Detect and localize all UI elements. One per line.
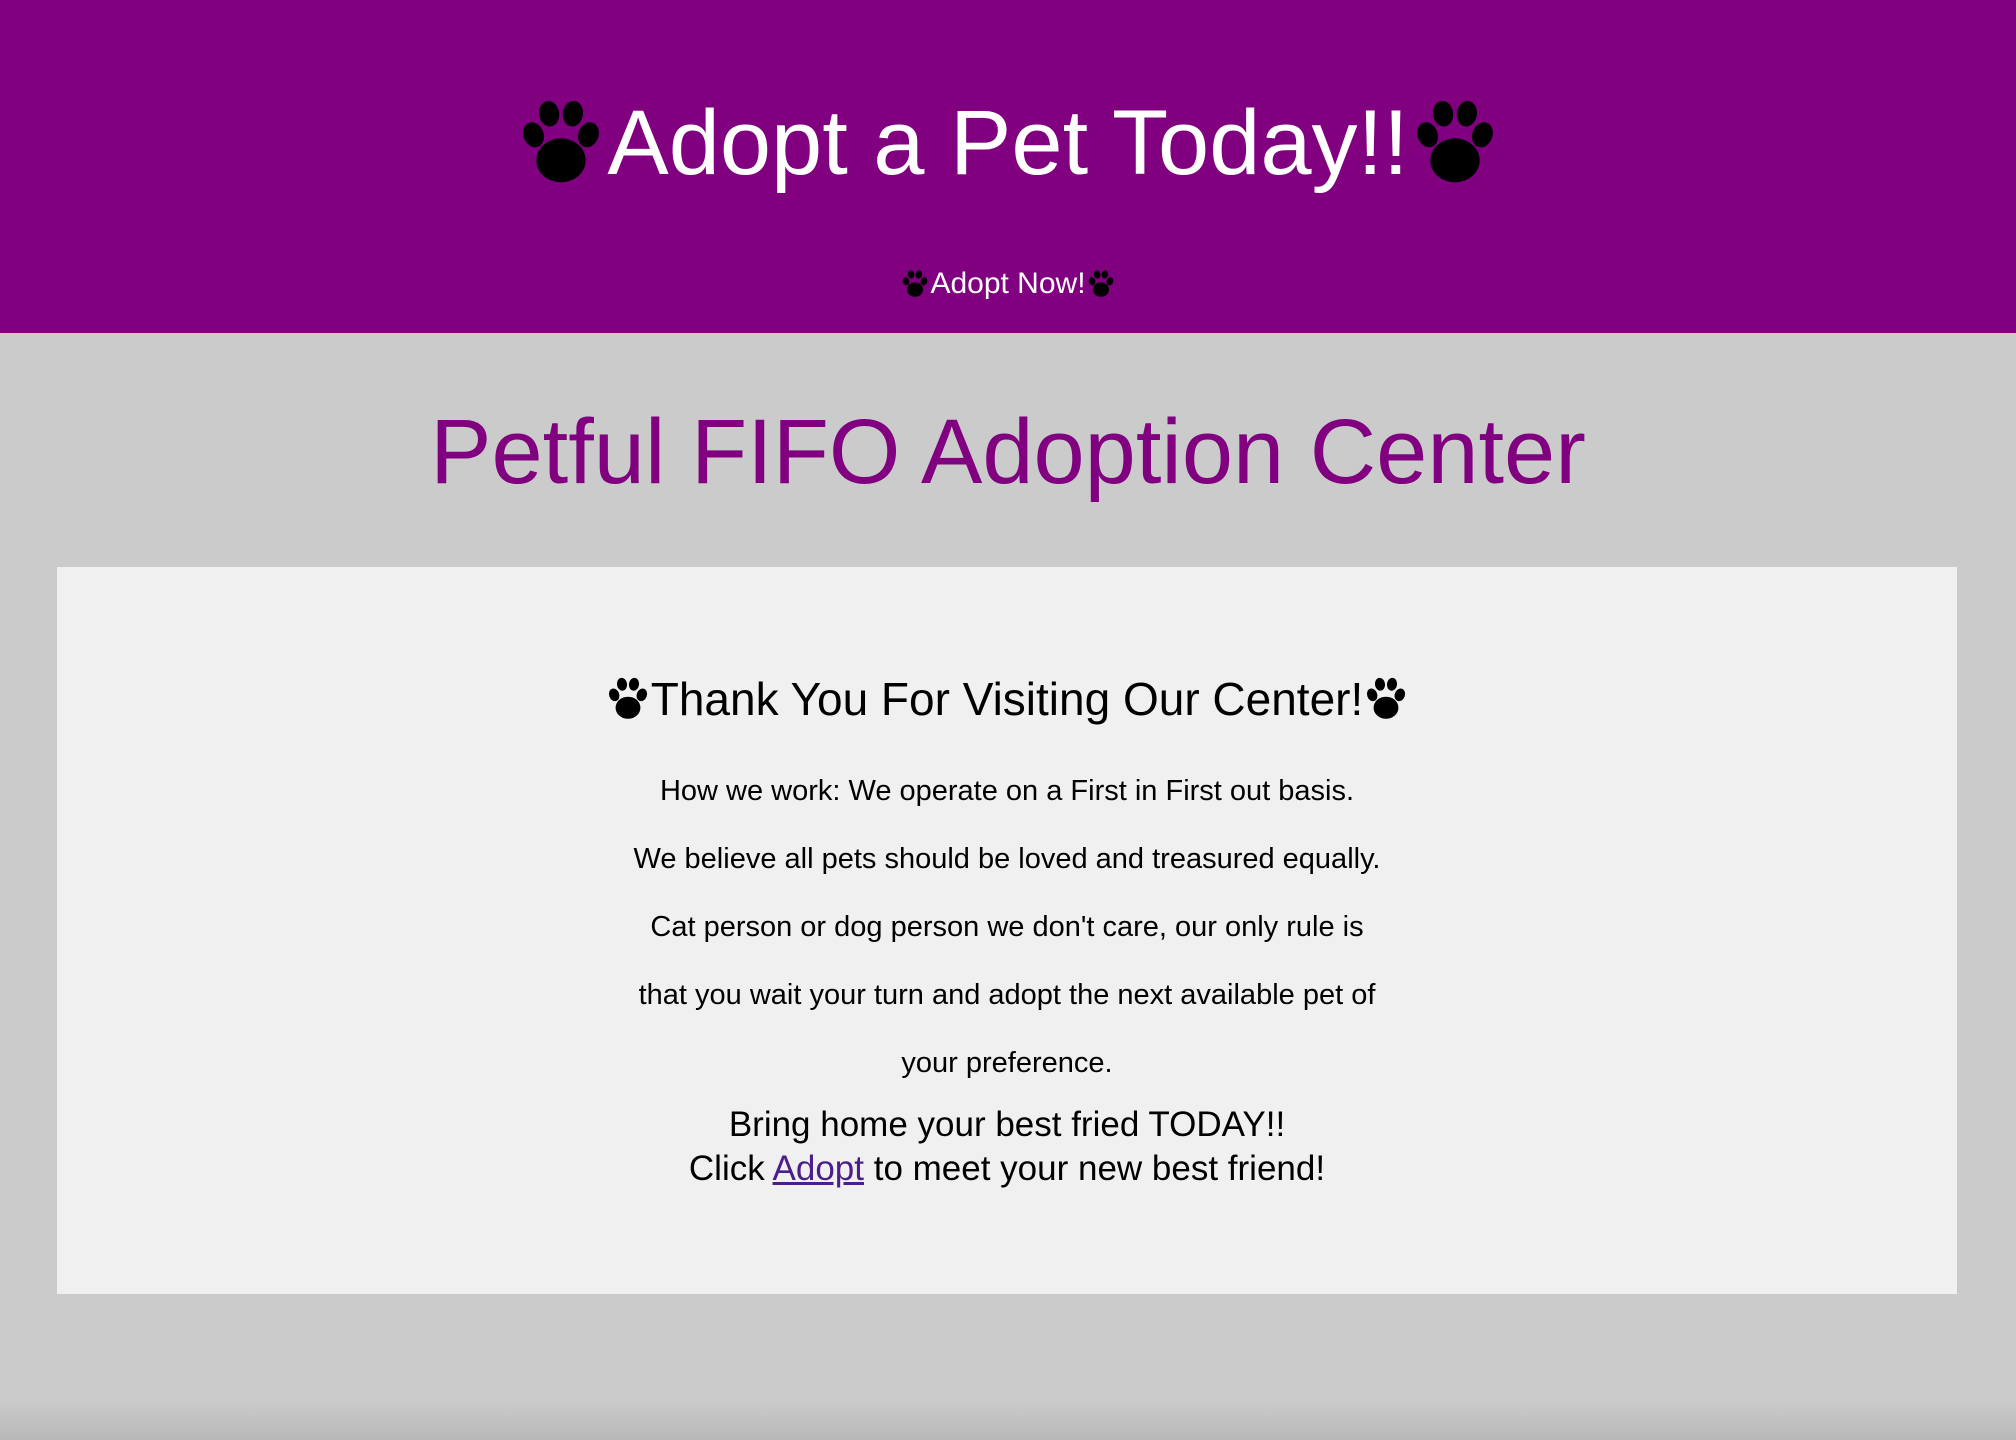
page-bottom-shade	[0, 1400, 2016, 1440]
description-line: How we work: We operate on a First in Fi…	[659, 775, 1355, 807]
description-line: Cat person or dog person we don't care, …	[650, 911, 1364, 943]
cta-suffix: to meet your new best friend!	[873, 1149, 1326, 1188]
page-title: Petful FIFO Adoption Center	[430, 401, 1586, 503]
site-header: Adopt a Pet Today!! Adopt Now!	[0, 0, 2016, 333]
description-line: We believe all pets should be loved and …	[633, 843, 1381, 875]
header-title: Adopt a Pet Today!!	[0, 88, 2016, 198]
paw-print-icon	[900, 270, 930, 298]
adopt-link[interactable]: Adopt	[773, 1149, 864, 1188]
paw-print-icon	[605, 677, 651, 721]
cta-prefix: Click	[688, 1149, 765, 1188]
cta-headline: Bring home your best fried TODAY!!	[728, 1105, 1286, 1144]
paw-print-icon	[1086, 270, 1116, 298]
card-heading: Thank You For Visiting Our Center!	[57, 667, 1957, 731]
paw-print-icon	[515, 100, 607, 186]
paw-print-icon	[1409, 100, 1501, 186]
paw-print-icon	[1363, 677, 1409, 721]
call-to-action: Bring home your best fried TODAY!! Click…	[57, 1103, 1957, 1191]
info-card: Thank You For Visiting Our Center! How w…	[57, 567, 1957, 1294]
card-heading-text: Thank You For Visiting Our Center!	[650, 673, 1364, 725]
card-description: How we work: We operate on a First in Fi…	[57, 757, 1957, 1097]
header-nav: Adopt Now!	[0, 262, 2016, 306]
adopt-now-label[interactable]: Adopt Now!	[930, 267, 1085, 301]
description-line: that you wait your turn and adopt the ne…	[638, 979, 1376, 1011]
adopt-now-link[interactable]: Adopt Now!	[900, 267, 1115, 301]
header-title-text: Adopt a Pet Today!!	[607, 92, 1409, 194]
cta-instruction: Click Adopt to meet your new best friend…	[57, 1147, 1957, 1191]
description-line: your preference.	[901, 1047, 1113, 1079]
